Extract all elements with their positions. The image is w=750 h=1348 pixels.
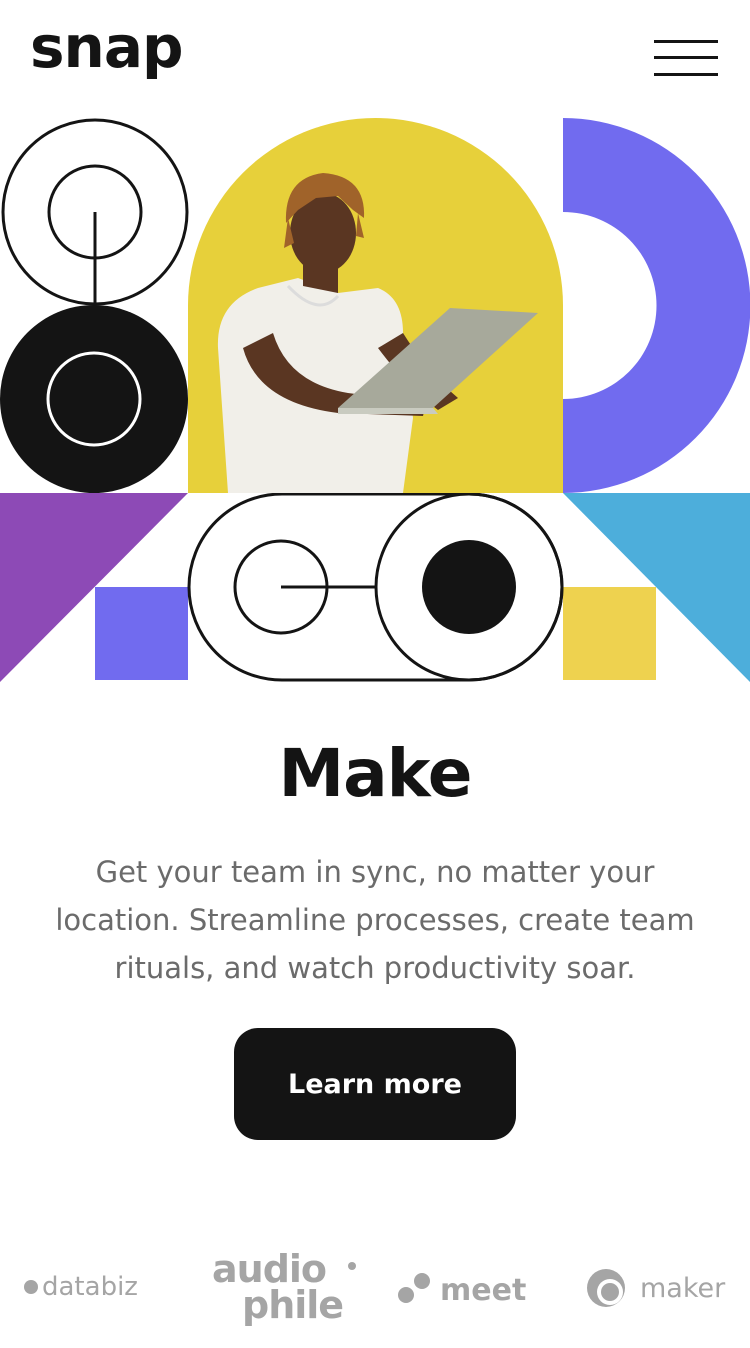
audiophile-logo: audio phile xyxy=(212,1250,357,1326)
maker-logo: maker xyxy=(586,1266,725,1310)
databiz-dot-icon xyxy=(24,1280,38,1294)
indigo-square-shape xyxy=(95,587,188,680)
client-logos: databiz audio phile meet maker xyxy=(0,1250,750,1330)
meet-logo-text: meet xyxy=(440,1272,527,1308)
pill-toggle-shape xyxy=(187,492,564,682)
learn-more-button[interactable]: Learn more xyxy=(234,1028,516,1140)
maker-logo-text: maker xyxy=(640,1272,726,1304)
section-title: Make xyxy=(278,735,472,812)
outline-circle-shape xyxy=(1,118,189,306)
meet-dots-icon xyxy=(398,1273,432,1307)
databiz-logo: databiz xyxy=(24,1272,138,1302)
person-with-laptop-photo xyxy=(188,118,563,493)
maker-circle-icon xyxy=(587,1269,625,1307)
section-description: Get your team in sync, no matter your lo… xyxy=(55,855,695,985)
site-header: snap xyxy=(0,0,750,110)
hamburger-menu-icon[interactable] xyxy=(652,40,720,80)
databiz-logo-text: databiz xyxy=(42,1272,138,1302)
indigo-half-ring-shape xyxy=(563,118,750,493)
audiophile-dot-icon xyxy=(348,1262,356,1270)
audiophile-logo-line2: phile xyxy=(242,1283,344,1327)
snap-logo[interactable]: snap xyxy=(30,18,183,76)
yellow-square-shape xyxy=(563,587,656,680)
meet-logo: meet xyxy=(398,1270,526,1310)
black-circle-shape xyxy=(0,305,188,493)
